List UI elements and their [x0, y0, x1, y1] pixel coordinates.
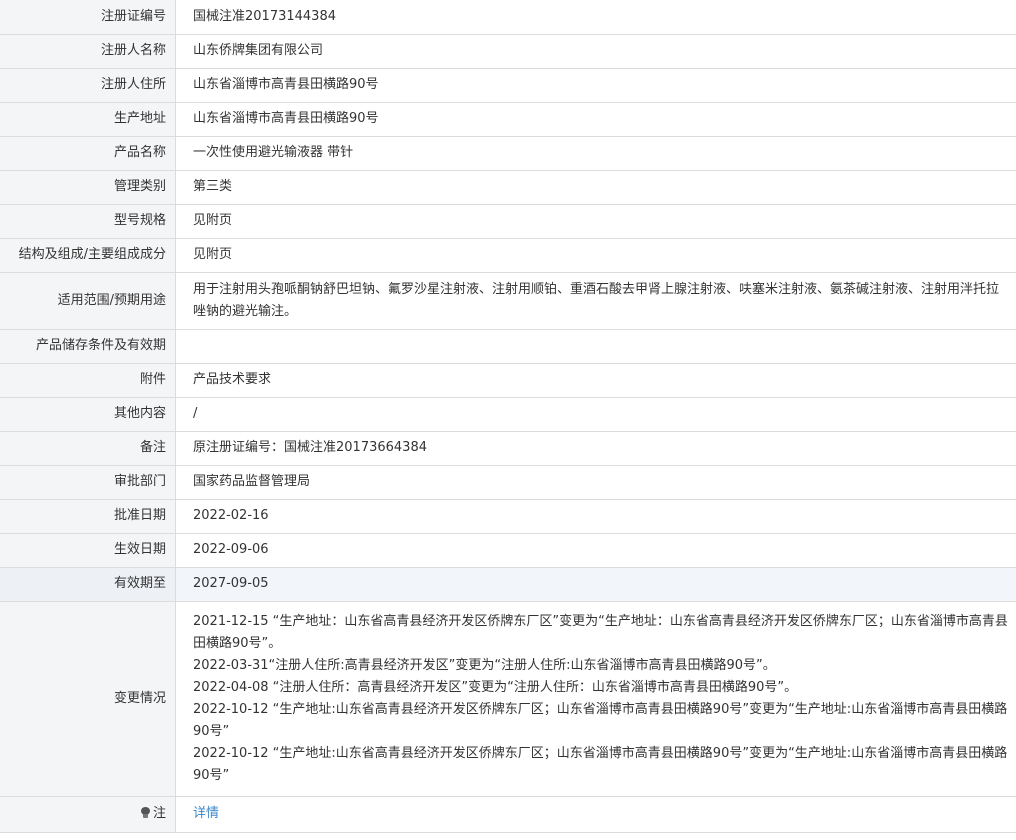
table-row: 型号规格 见附页	[0, 204, 1016, 239]
note-label-cell: 注	[0, 796, 176, 833]
row-label: 生产地址	[0, 102, 176, 137]
table-row: 注册人名称 山东侨牌集团有限公司	[0, 34, 1016, 69]
row-label: 注册人名称	[0, 34, 176, 69]
table-row: 审批部门 国家药品监督管理局	[0, 465, 1016, 500]
row-value: 2027-09-05	[175, 567, 1016, 602]
row-label: 注册人住所	[0, 68, 176, 103]
bulb-icon	[140, 807, 150, 818]
row-value: /	[175, 397, 1016, 432]
row-value: 见附页	[175, 204, 1016, 239]
table-row: 产品储存条件及有效期	[0, 329, 1016, 364]
row-label: 有效期至	[0, 567, 176, 602]
change-entry: 2022-10-12 “生产地址:山东省高青县经济开发区侨牌东厂区；山东省淄博市…	[193, 745, 1008, 783]
row-value: 用于注射用头孢哌酮钠舒巴坦钠、氟罗沙星注射液、注射用顺铂、重酒石酸去甲肾上腺注射…	[175, 272, 1016, 330]
row-value: 产品技术要求	[175, 363, 1016, 398]
row-label: 生效日期	[0, 533, 176, 568]
change-history-row: 变更情况 2021-12-15 “生产地址：山东省高青县经济开发区侨牌东厂区”变…	[0, 601, 1016, 797]
table-row: 结构及组成/主要组成成分 见附页	[0, 238, 1016, 273]
row-label: 产品名称	[0, 136, 176, 171]
row-label: 审批部门	[0, 465, 176, 500]
row-value: 山东省淄博市高青县田横路90号	[175, 68, 1016, 103]
change-history-label: 变更情况	[0, 601, 176, 797]
row-label: 适用范围/预期用途	[0, 272, 176, 330]
change-entry: 2022-10-12 “生产地址:山东省高青县经济开发区侨牌东厂区；山东省淄博市…	[193, 701, 1008, 739]
note-label: 注	[152, 806, 166, 821]
table-row: 生产地址 山东省淄博市高青县田横路90号	[0, 102, 1016, 137]
row-value: 山东侨牌集团有限公司	[175, 34, 1016, 69]
row-value: 2022-09-06	[175, 533, 1016, 568]
row-value: 原注册证编号：国械注准20173664384	[175, 431, 1016, 466]
change-entry: 2022-04-08 “注册人住所：高青县经济开发区”变更为“注册人住所：山东省…	[193, 679, 798, 695]
row-value: 2022-02-16	[175, 499, 1016, 534]
table-row: 适用范围/预期用途 用于注射用头孢哌酮钠舒巴坦钠、氟罗沙星注射液、注射用顺铂、重…	[0, 272, 1016, 330]
row-label: 型号规格	[0, 204, 176, 239]
note-value: 详情	[175, 796, 1016, 833]
row-label: 备注	[0, 431, 176, 466]
change-entry: 2022-03-31“注册人住所:高青县经济开发区”变更为“注册人住所:山东省淄…	[193, 657, 776, 673]
row-label: 结构及组成/主要组成成分	[0, 238, 176, 273]
change-history-list: 2021-12-15 “生产地址：山东省高青县经济开发区侨牌东厂区”变更为“生产…	[175, 601, 1016, 797]
row-value: 国械注准20173144384	[175, 0, 1016, 35]
registration-detail-table: 注册证编号 国械注准20173144384 注册人名称 山东侨牌集团有限公司 注…	[0, 0, 1016, 833]
table-row: 产品名称 一次性使用避光输液器 带针	[0, 136, 1016, 171]
row-label: 注册证编号	[0, 0, 176, 35]
note-row: 注 详情	[0, 796, 1016, 833]
table-row: 附件 产品技术要求	[0, 363, 1016, 398]
row-value	[175, 329, 1016, 364]
table-row: 注册人住所 山东省淄博市高青县田横路90号	[0, 68, 1016, 103]
table-row: 注册证编号 国械注准20173144384	[0, 0, 1016, 35]
row-value: 国家药品监督管理局	[175, 465, 1016, 500]
table-row: 批准日期 2022-02-16	[0, 499, 1016, 534]
table-row: 有效期至 2027-09-05	[0, 567, 1016, 602]
change-entry: 2021-12-15 “生产地址：山东省高青县经济开发区侨牌东厂区”变更为“生产…	[193, 613, 1008, 651]
row-label: 产品储存条件及有效期	[0, 329, 176, 364]
table-row: 其他内容 /	[0, 397, 1016, 432]
detail-link[interactable]: 详情	[193, 806, 219, 821]
row-value: 一次性使用避光输液器 带针	[175, 136, 1016, 171]
row-value: 第三类	[175, 170, 1016, 205]
table-row: 备注 原注册证编号：国械注准20173664384	[0, 431, 1016, 466]
table-row: 管理类别 第三类	[0, 170, 1016, 205]
table-row: 生效日期 2022-09-06	[0, 533, 1016, 568]
row-label: 管理类别	[0, 170, 176, 205]
row-label: 附件	[0, 363, 176, 398]
row-value: 见附页	[175, 238, 1016, 273]
row-label: 其他内容	[0, 397, 176, 432]
row-label: 批准日期	[0, 499, 176, 534]
row-value: 山东省淄博市高青县田横路90号	[175, 102, 1016, 137]
